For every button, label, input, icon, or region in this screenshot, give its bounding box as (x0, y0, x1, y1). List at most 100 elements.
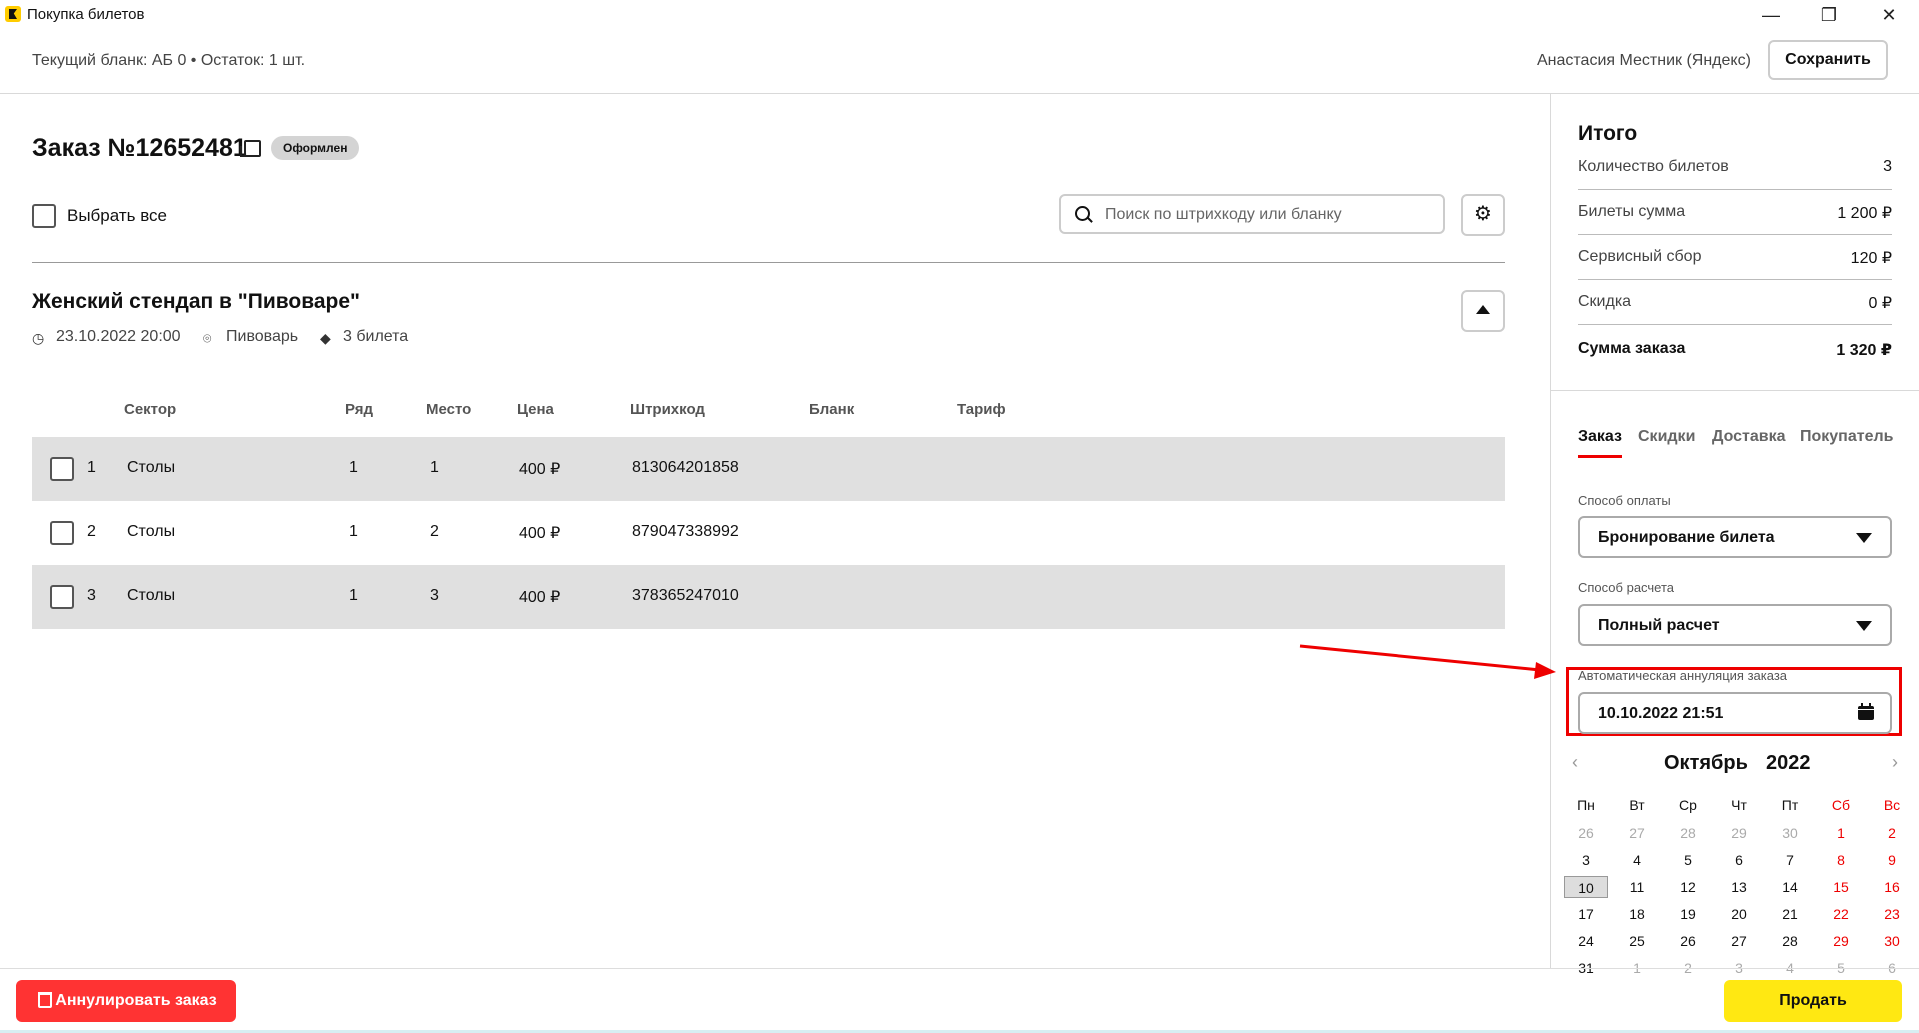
cell-seat: 2 (430, 523, 439, 540)
app-logo-icon (5, 6, 21, 22)
calendar-day[interactable]: 3 (1564, 849, 1608, 871)
settings-button[interactable]: ⚙ (1461, 194, 1505, 236)
table-row[interactable]: 2 Столы 1 2 400 ₽ 879047338992 (32, 501, 1505, 565)
row-checkbox[interactable] (50, 457, 74, 481)
window-title: Покупка билетов (27, 6, 145, 23)
calendar-day[interactable]: 30 (1768, 822, 1812, 844)
calendar-day[interactable]: 27 (1717, 930, 1761, 952)
calendar-day[interactable]: 5 (1666, 849, 1710, 871)
calendar-day[interactable]: 6 (1717, 849, 1761, 871)
tab-delivery[interactable]: Доставка (1712, 428, 1786, 446)
panel-divider (1550, 390, 1919, 391)
row-checkbox[interactable] (50, 585, 74, 609)
close-button[interactable]: ✕ (1866, 2, 1912, 28)
prev-month-button[interactable]: ‹ (1572, 752, 1578, 773)
header-divider (0, 93, 1919, 94)
calendar-year: 2022 (1766, 752, 1811, 774)
event-datetime: 23.10.2022 20:00 (56, 328, 181, 345)
cancel-order-button[interactable]: Аннулировать заказ (16, 980, 236, 1022)
totals-divider (1578, 189, 1892, 190)
payment-method-select[interactable]: Бронирование билета (1578, 516, 1892, 558)
column-header-barcode: Штрихкод (630, 401, 705, 418)
calendar-day[interactable]: 13 (1717, 876, 1761, 898)
column-header-price: Цена (517, 401, 554, 418)
table-row[interactable]: 1 Столы 1 1 400 ₽ 813064201858 (32, 437, 1505, 501)
totals-value: 0 ₽ (1868, 295, 1892, 312)
calendar-day[interactable]: 29 (1819, 930, 1863, 952)
clock-icon: ◷ (32, 330, 45, 346)
next-month-button[interactable]: › (1892, 752, 1898, 773)
calendar-day[interactable]: 1 (1819, 822, 1863, 844)
weekday-label: Ср (1679, 797, 1697, 813)
calendar-day[interactable]: 7 (1768, 849, 1812, 871)
user-name: Анастасия Местник (Яндекс) (1537, 52, 1751, 69)
payment-method-value: Бронирование билета (1598, 529, 1775, 546)
search-box[interactable] (1059, 194, 1445, 234)
calendar-day[interactable]: 25 (1615, 930, 1659, 952)
collapse-button[interactable] (1461, 290, 1505, 332)
row-checkbox[interactable] (50, 521, 74, 545)
calendar-day[interactable]: 10 (1564, 876, 1608, 898)
weekday-label: Вс (1883, 797, 1901, 813)
select-all-label[interactable]: Выбрать все (67, 206, 167, 226)
calendar-day[interactable]: 27 (1615, 822, 1659, 844)
event-tickets: 3 билета (343, 328, 409, 345)
tab-buyer[interactable]: Покупатель (1800, 428, 1893, 446)
cell-barcode: 813064201858 (632, 459, 739, 476)
column-header-seat: Место (426, 401, 472, 418)
calendar-day[interactable]: 15 (1819, 876, 1863, 898)
calendar-day[interactable]: 18 (1615, 903, 1659, 925)
calendar-day[interactable]: 19 (1666, 903, 1710, 925)
calendar-day[interactable]: 28 (1768, 930, 1812, 952)
sell-button[interactable]: Продать (1724, 980, 1902, 1022)
calendar-day[interactable]: 17 (1564, 903, 1608, 925)
tab-order[interactable]: Заказ (1578, 428, 1622, 446)
tab-discounts[interactable]: Скидки (1638, 428, 1695, 446)
calendar-day[interactable]: 21 (1768, 903, 1812, 925)
calendar-day[interactable]: 26 (1666, 930, 1710, 952)
gear-icon: ⚙ (1474, 203, 1492, 225)
cell-barcode: 378365247010 (632, 587, 739, 604)
table-row[interactable]: 3 Столы 1 3 400 ₽ 378365247010 (32, 565, 1505, 629)
copy-icon[interactable] (240, 140, 261, 157)
minimize-button[interactable]: — (1748, 2, 1794, 28)
cell-sector: Столы (127, 587, 176, 604)
panel-separator (1550, 93, 1551, 968)
annul-label: Автоматическая аннуляция заказа (1578, 668, 1788, 683)
totals-title: Итого (1578, 122, 1638, 145)
totals-label: Билеты сумма (1578, 203, 1686, 220)
calendar-day[interactable]: 20 (1717, 903, 1761, 925)
row-number: 2 (87, 523, 96, 540)
annul-date-input[interactable]: 10.10.2022 21:51 (1578, 692, 1892, 734)
calendar-day[interactable]: 12 (1666, 876, 1710, 898)
column-header-tariff: Тариф (957, 401, 1006, 418)
calendar-day[interactable]: 23 (1870, 903, 1914, 925)
chevron-down-icon (1856, 533, 1872, 543)
settlement-select[interactable]: Полный расчет (1578, 604, 1892, 646)
trash-icon (38, 992, 52, 1008)
calendar-day[interactable]: 29 (1717, 822, 1761, 844)
select-all-checkbox[interactable] (32, 204, 56, 228)
calendar-day[interactable]: 14 (1768, 876, 1812, 898)
calendar-day[interactable]: 28 (1666, 822, 1710, 844)
calendar-day[interactable]: 26 (1564, 822, 1608, 844)
save-button[interactable]: Сохранить (1768, 40, 1888, 80)
row-number: 3 (87, 587, 96, 604)
calendar-day[interactable]: 9 (1870, 849, 1914, 871)
location-icon: ⌾ (203, 330, 212, 346)
cell-row: 1 (349, 459, 358, 476)
calendar-icon[interactable] (1858, 703, 1874, 720)
calendar-day[interactable]: 2 (1870, 822, 1914, 844)
calendar-day[interactable]: 22 (1819, 903, 1863, 925)
calendar-month: Октябрь (1664, 752, 1748, 774)
search-input[interactable] (1103, 202, 1437, 228)
totals-label: Скидка (1578, 293, 1632, 310)
restore-button[interactable]: ❐ (1806, 2, 1852, 28)
blank-info: Текущий бланк: АБ 0 • Остаток: 1 шт. (32, 52, 306, 69)
calendar-day[interactable]: 30 (1870, 930, 1914, 952)
calendar-day[interactable]: 16 (1870, 876, 1914, 898)
calendar-day[interactable]: 8 (1819, 849, 1863, 871)
calendar-day[interactable]: 24 (1564, 930, 1608, 952)
calendar-day[interactable]: 4 (1615, 849, 1659, 871)
calendar-day[interactable]: 11 (1615, 876, 1659, 898)
